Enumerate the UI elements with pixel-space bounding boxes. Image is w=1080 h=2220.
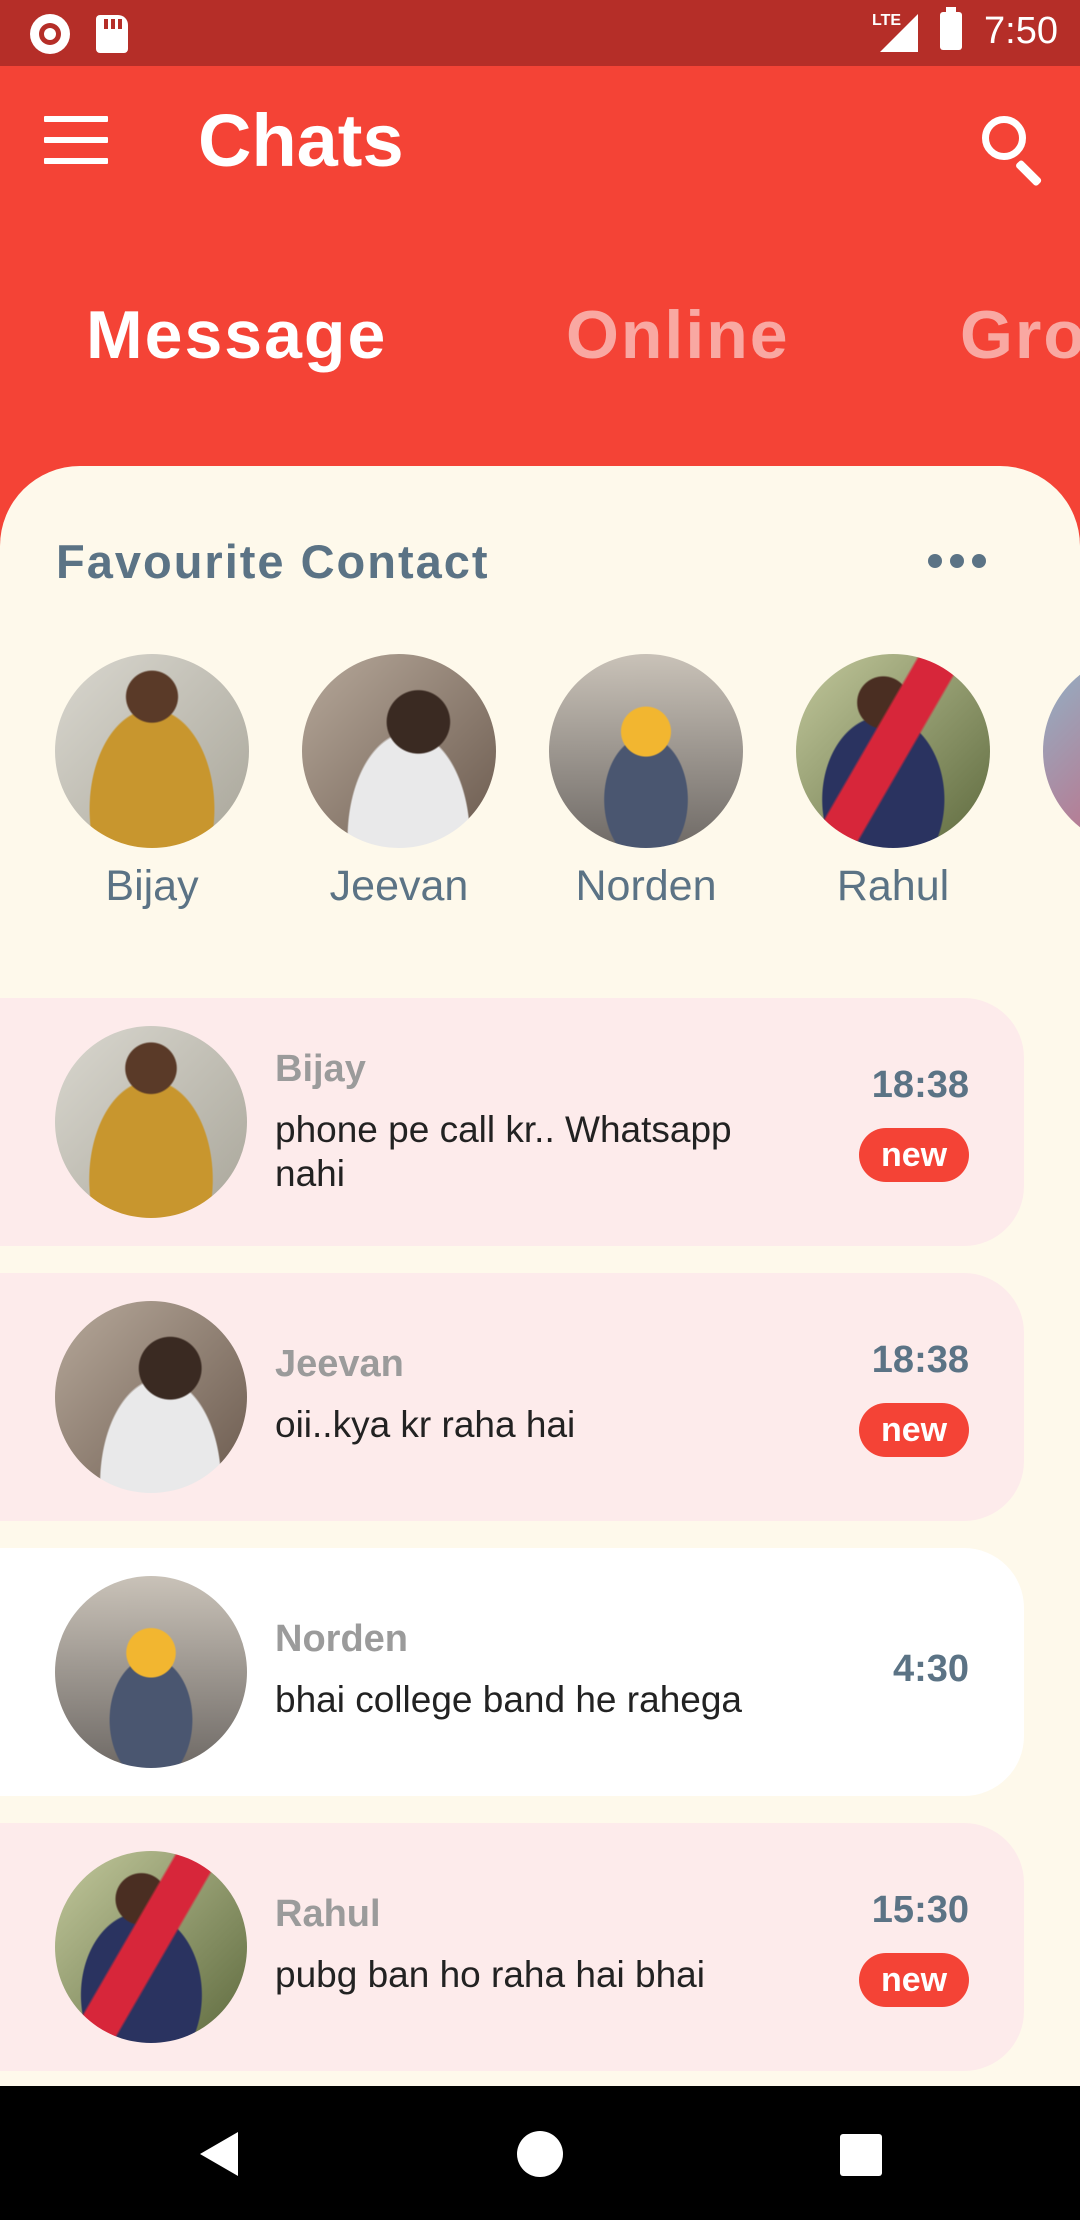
home-circle-icon[interactable] [517,2131,563,2177]
chat-sender-name: Rahul [275,1893,381,1935]
favourite-contact-name: Jeevan [329,862,469,910]
recent-apps-square-icon[interactable] [840,2134,882,2176]
system-nav-bar [0,2086,1080,2220]
new-badge: new [859,1403,969,1457]
chat-app-screen: LTE 7:50 Chats Message Online Gro Favour… [0,0,1080,2220]
chat-time: 4:30 [892,1648,969,1690]
chat-message-preview: pubg ban ho raha hai bhai [275,1954,705,1995]
hamburger-menu-icon[interactable] [44,116,108,164]
favourite-contact-name: Norden [575,862,717,910]
category-tabs: Message Online Gro [0,296,1080,396]
chat-sender-name: Bijay [275,1048,366,1090]
favourite-contacts-list: Bijay Jeevan Norden Rahul R [0,654,1080,934]
chat-row-norden[interactable]: Norden bhai college band he rahega 4:30 [0,1548,1024,1796]
avatar [55,1026,247,1218]
status-right-icons: LTE 7:50 [872,7,1058,54]
chat-sender-name: Jeevan [275,1343,404,1385]
chat-message-preview: oii..kya kr raha hai [275,1404,576,1445]
lte-signal: LTE [872,8,919,54]
chat-row-rahul[interactable]: Rahul pubg ban ho raha hai bhai 15:30 ne… [0,1823,1024,2071]
tab-message[interactable]: Message [86,296,387,374]
favourite-contact-partial[interactable]: R [1043,654,1080,911]
favourite-contact-heading: Favourite Contact [56,535,490,588]
avatar [55,1301,247,1493]
chat-time: 18:38 [871,1064,969,1106]
page-title: Chats [198,99,404,182]
favourite-contact-name: Bijay [105,862,199,910]
chat-time: 18:38 [871,1339,969,1381]
content-sheet: Favourite Contact Bijay Jeevan Norden Ra… [0,466,1080,2086]
avatar [1043,654,1080,848]
status-time: 7:50 [984,9,1058,52]
favourite-contact-jeevan[interactable]: Jeevan [302,654,496,911]
new-badge: new [859,1953,969,2007]
avatar [55,1576,247,1768]
more-horizontal-icon[interactable] [928,554,986,568]
avatar [302,654,496,848]
screen-record-icon [30,14,70,54]
status-left-icons [30,14,128,54]
chat-message-preview: bhai college band he rahega [275,1679,742,1720]
tab-groups[interactable]: Gro [960,296,1080,374]
avatar [796,654,990,848]
status-bar: LTE 7:50 [0,0,1080,66]
favourite-contact-rahul[interactable]: Rahul [796,654,990,911]
avatar [55,1851,247,2043]
chat-message-preview: phone pe call kr.. Whatsapp nahi [275,1109,732,1194]
back-triangle-icon[interactable] [200,2132,238,2176]
avatar [549,654,743,848]
chat-row-bijay[interactable]: Bijay phone pe call kr.. Whatsapp nahi 1… [0,998,1024,1246]
battery-icon [940,7,963,50]
favourite-contact-name: R [1043,862,1080,911]
tab-online[interactable]: Online [566,296,790,374]
signal-icon [880,14,919,52]
favourite-contact-bijay[interactable]: Bijay [55,654,249,911]
chat-time: 15:30 [871,1889,969,1931]
favourite-contact-norden[interactable]: Norden [549,654,743,911]
avatar [55,654,249,848]
chat-row-jeevan[interactable]: Jeevan oii..kya kr raha hai 18:38 new [0,1273,1024,1521]
sd-card-icon [96,15,128,53]
app-bar: Chats [0,66,1080,216]
chat-sender-name: Norden [275,1618,408,1660]
favourite-contact-name: Rahul [836,862,950,910]
new-badge: new [859,1128,969,1182]
search-icon[interactable] [980,114,1046,187]
